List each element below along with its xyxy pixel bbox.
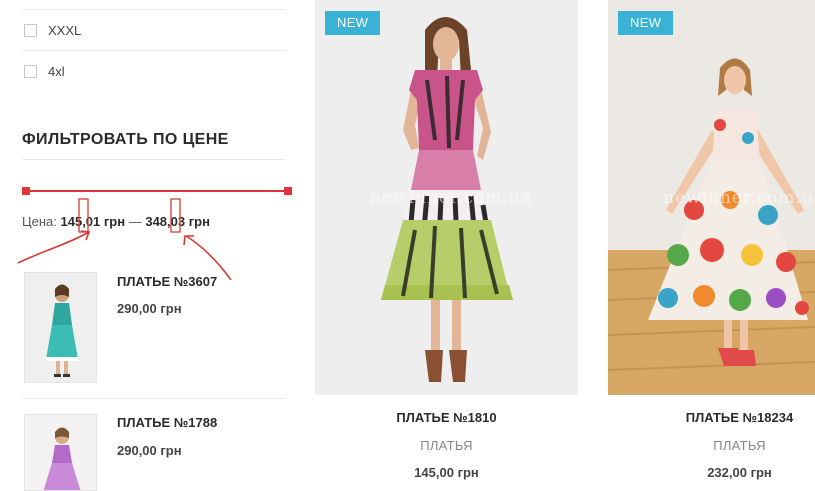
product-price: 232,00 грн [707,465,772,480]
mini-product-price: 290,00 грн [117,443,182,458]
image-watermark: newinner.com.ua [370,188,532,208]
mini-product-name[interactable]: ПЛАТЬЕ №1788 [117,415,217,430]
mini-product-thumbnail[interactable] [24,272,97,383]
dress-photo-icon [25,415,96,490]
size-checkbox[interactable] [24,64,37,78]
price-filter-title: ФИЛЬТРОВАТЬ ПО ЦЕНЕ [22,131,229,148]
mini-product-thumbnail[interactable] [24,414,97,491]
new-badge: NEW [325,11,381,35]
dress-photo-icon [25,273,96,382]
price-slider-track[interactable] [26,190,291,192]
product-image[interactable]: NEW newinner.com.ua [608,0,815,395]
size-label: XXXL [48,22,82,38]
mini-product-price: 290,00 грн [117,301,182,316]
image-watermark: newinner.com.ua [663,188,815,208]
price-range-text: Цена: 145,01 грн — 348,03 грн [22,214,210,229]
price-max-value: 348,03 грн [145,214,210,229]
size-filter-4xl[interactable]: 4xl [22,50,285,91]
product-category[interactable]: ПЛАТЬЯ [636,438,815,453]
size-label: 4xl [48,63,65,79]
size-checkbox[interactable] [24,23,37,37]
price-min-value: 145,01 грн [60,214,126,229]
new-badge: NEW [618,11,674,35]
price-separator: — [128,214,142,229]
price-label: Цена: [22,214,57,229]
divider [22,398,285,399]
sidebar: XXXL 4xl ФИЛЬТРОВАТЬ ПО ЦЕНЕ Цена: 145,0… [22,0,292,491]
divider [22,159,285,160]
product-name[interactable]: ПЛАТЬЕ №1810 [315,410,578,425]
product-name[interactable]: ПЛАТЬЕ №18234 [636,410,815,425]
product-category[interactable]: ПЛАТЬЯ [315,438,578,453]
size-filter-xxxl[interactable]: XXXL [22,9,285,50]
price-slider-max-handle[interactable] [284,187,292,195]
product-price: 145,00 грн [414,465,479,480]
price-slider-min-handle[interactable] [22,187,30,195]
mini-product-name[interactable]: ПЛАТЬЕ №3607 [117,274,217,289]
product-image[interactable]: NEW newinner.com.ua [315,0,578,395]
